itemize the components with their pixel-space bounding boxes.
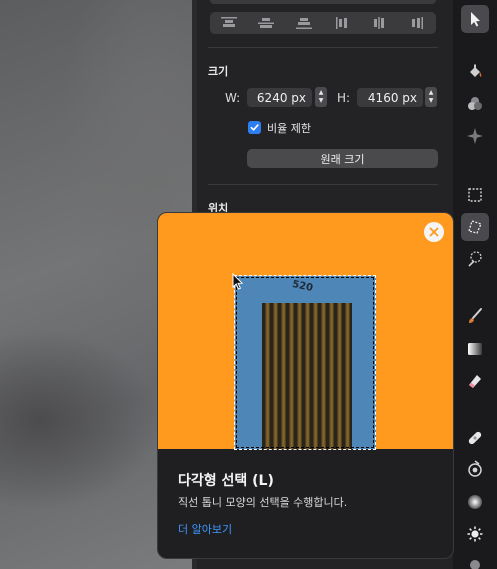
align-top-icon[interactable] xyxy=(220,16,238,30)
magic-select-tool[interactable] xyxy=(461,245,489,273)
eraser-tool[interactable] xyxy=(461,367,489,395)
tools-toolbar xyxy=(453,0,497,569)
chevron-down-icon: ▼ xyxy=(318,97,324,104)
selection-marquee xyxy=(234,275,376,450)
chevron-up-icon: ▲ xyxy=(428,89,434,96)
brush-tool[interactable] xyxy=(461,302,489,330)
learn-more-link[interactable]: 더 알아보기 xyxy=(178,521,232,537)
arrow-tool[interactable] xyxy=(461,5,489,33)
blur-tool[interactable] xyxy=(461,488,489,516)
color-circles-icon xyxy=(468,97,482,110)
constrain-proportions-label: 비율 제한 xyxy=(267,122,311,135)
alignment-bar xyxy=(210,12,436,34)
paint-bucket-tool[interactable] xyxy=(461,58,489,86)
brush-icon xyxy=(469,308,482,323)
color-adjust-tool[interactable] xyxy=(461,90,489,118)
lighten-tool[interactable] xyxy=(461,520,489,548)
polygon-lasso-icon xyxy=(468,220,482,234)
top-control-strip xyxy=(210,0,436,4)
heal-tool[interactable] xyxy=(461,424,489,452)
chevron-down-icon: ▼ xyxy=(428,97,434,104)
blur-drop-icon xyxy=(468,495,482,509)
width-field[interactable]: 6240 px xyxy=(247,88,312,107)
chevron-up-icon: ▲ xyxy=(318,89,324,96)
align-center-icon[interactable] xyxy=(370,16,388,30)
clone-stamp-icon xyxy=(468,460,482,477)
tooltip-description: 직선 톱니 모양의 선택을 수행합니다. xyxy=(178,496,348,509)
tooltip-title: 다각형 선택 (L) xyxy=(178,473,274,489)
gradient-icon xyxy=(468,343,482,355)
eraser-icon xyxy=(469,375,481,388)
sun-icon xyxy=(467,526,483,542)
rect-select-tool[interactable] xyxy=(461,181,489,209)
tool-tip-popover: 520 다각형 선택 (L) 직선 톱니 모양의 선택을 수행합니다. 더 알아… xyxy=(157,212,454,559)
sparkle-icon xyxy=(467,128,483,144)
width-stepper[interactable]: ▲ ▼ xyxy=(315,87,327,107)
style-tool[interactable] xyxy=(461,122,489,150)
gradient-tool[interactable] xyxy=(461,335,489,363)
tool-preview-image: 520 xyxy=(158,213,453,450)
polygon-select-tool[interactable] xyxy=(461,213,489,241)
constrain-proportions-checkbox[interactable] xyxy=(248,121,261,134)
close-icon xyxy=(429,227,439,237)
more-tool[interactable] xyxy=(461,551,489,569)
divider xyxy=(208,47,438,48)
original-size-button[interactable]: 원래 크기 xyxy=(247,149,438,168)
paint-bucket-icon xyxy=(470,64,482,77)
align-left-icon[interactable] xyxy=(333,16,351,30)
checkmark-icon xyxy=(250,124,259,131)
align-middle-icon[interactable] xyxy=(257,16,275,30)
width-label: W: xyxy=(225,91,241,105)
height-label: H: xyxy=(337,91,351,105)
height-field[interactable]: 4160 px xyxy=(357,88,423,107)
align-bottom-icon[interactable] xyxy=(295,16,313,30)
height-stepper[interactable]: ▲ ▼ xyxy=(425,87,437,107)
magic-wand-select-icon xyxy=(468,251,482,267)
bandage-icon xyxy=(468,431,482,445)
clone-tool[interactable] xyxy=(461,455,489,483)
divider xyxy=(208,184,438,185)
tool-icon xyxy=(470,560,480,569)
arrow-cursor-icon xyxy=(471,12,480,27)
rect-select-icon xyxy=(468,188,482,202)
align-right-icon[interactable] xyxy=(408,16,426,30)
size-section-title: 크기 xyxy=(208,65,229,78)
cursor-icon xyxy=(232,273,244,290)
close-button[interactable] xyxy=(424,222,444,242)
